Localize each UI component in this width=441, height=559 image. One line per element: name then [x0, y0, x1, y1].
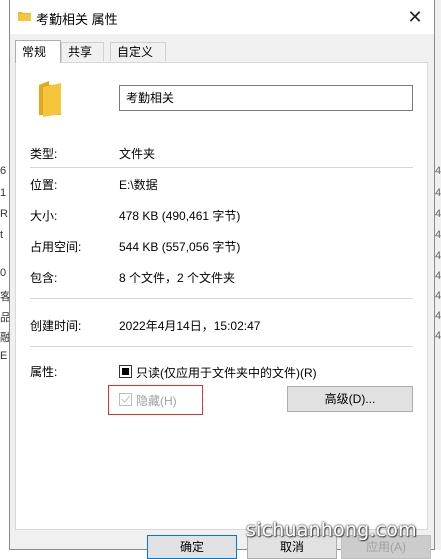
size-value: 478 KB (490,461 字节) — [119, 209, 241, 223]
background-window-left-edge: 6 1 R t 0 客 品 融 E — [0, 0, 9, 550]
size-on-disk-label: 占用空间: — [30, 240, 82, 254]
folder-icon — [39, 81, 61, 117]
bg-fragment: 0 — [0, 267, 7, 279]
location-label: 位置: — [30, 178, 58, 192]
indeterminate-mark — [122, 368, 129, 375]
check-icon — [121, 393, 130, 403]
bg-fragment: 融 — [0, 332, 9, 344]
bg-fragment: 品 — [0, 312, 9, 324]
background-window-right-edge: 4 4 4 4 4 4 4 4 4 — [435, 0, 441, 550]
properties-dialog: 考勤相关 属性 ✕ 常规 共享 自定义 考勤相关 类型: 文件夹 位置: E:\… — [9, 0, 435, 559]
type-label: 类型: — [30, 147, 58, 161]
tab-sharing[interactable]: 共享 — [61, 42, 104, 61]
bg-fragment: R — [0, 208, 8, 220]
bg-fragment: 1 — [0, 187, 7, 199]
bg-fragment: 4 — [435, 229, 441, 241]
hidden-checkbox[interactable] — [119, 393, 132, 406]
ok-button[interactable]: 确定 — [147, 535, 237, 559]
contains-value: 8 个文件，2 个文件夹 — [119, 271, 236, 285]
readonly-checkbox[interactable] — [119, 365, 132, 378]
tab-customize[interactable]: 自定义 — [110, 42, 166, 61]
size-label: 大小: — [30, 209, 58, 223]
general-panel: 考勤相关 类型: 文件夹 位置: E:\数据 大小: 478 KB (490,4… — [15, 62, 428, 530]
bg-fragment: 客 — [0, 291, 9, 303]
bg-fragment: 4 — [435, 290, 441, 302]
close-button[interactable]: ✕ — [396, 0, 434, 34]
window-title: 考勤相关 属性 — [36, 12, 118, 27]
bg-fragment: 4 — [435, 187, 441, 199]
divider — [30, 346, 413, 347]
bg-fragment: 4 — [435, 250, 441, 262]
bg-fragment: 4 — [435, 310, 441, 322]
contains-label: 包含: — [30, 271, 58, 285]
created-value: 2022年4月14日，15:02:47 — [119, 319, 261, 333]
title-bar[interactable]: 考勤相关 属性 ✕ — [10, 0, 434, 34]
tab-general[interactable]: 常规 — [15, 40, 61, 63]
bg-fragment: E — [0, 350, 8, 362]
bg-fragment: 6 — [0, 165, 7, 177]
type-value: 文件夹 — [119, 147, 156, 161]
folder-name-input[interactable]: 考勤相关 — [119, 85, 413, 111]
size-on-disk-value: 544 KB (557,056 字节) — [119, 240, 241, 254]
attributes-label: 属性: — [30, 365, 58, 379]
bg-fragment: 4 — [435, 208, 441, 220]
divider — [30, 298, 413, 299]
folder-icon — [18, 12, 31, 21]
watermark-text: sichuanhong.com — [246, 519, 417, 541]
readonly-label: 只读(仅应用于文件夹中的文件)(R) — [136, 366, 317, 380]
bg-fragment: 4 — [435, 165, 441, 177]
location-value: E:\数据 — [119, 178, 158, 192]
bg-fragment: t — [0, 229, 4, 241]
bg-fragment: 4 — [435, 330, 441, 342]
divider — [30, 167, 413, 168]
hidden-label: 隐藏(H) — [136, 394, 177, 408]
advanced-button[interactable]: 高级(D)... — [287, 386, 413, 412]
bg-fragment: 4 — [435, 270, 441, 282]
created-label: 创建时间: — [30, 319, 82, 333]
close-icon: ✕ — [407, 6, 423, 27]
